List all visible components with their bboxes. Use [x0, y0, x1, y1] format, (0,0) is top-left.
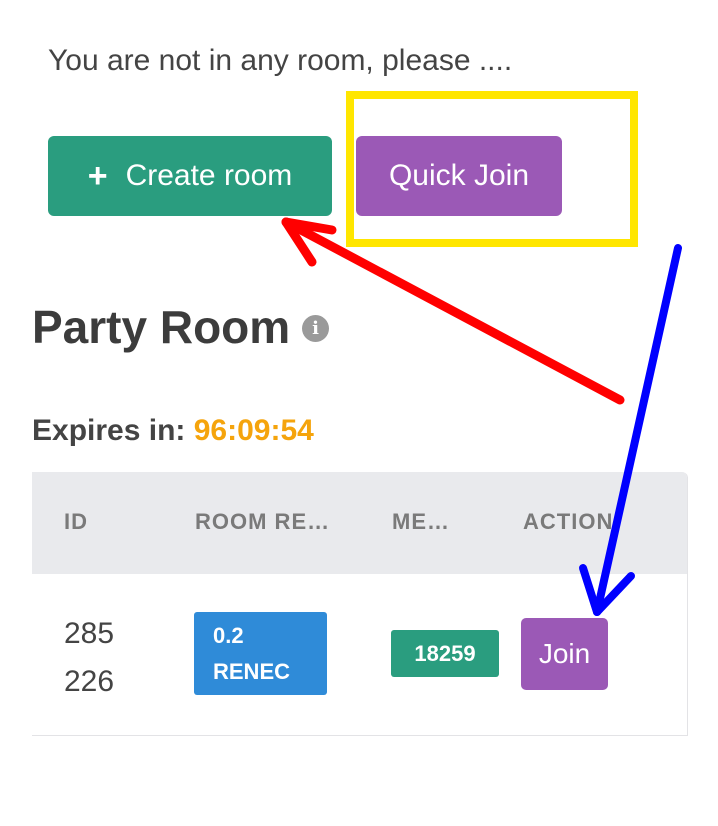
room-reward-badge: 0.2 RENEC	[194, 612, 327, 695]
column-header-action[interactable]: ACTION	[523, 509, 613, 535]
room-id: 285 226	[64, 617, 115, 698]
expires-countdown: 96:09:54	[193, 414, 314, 447]
column-header-room-reward[interactable]: ROOM RE…	[195, 509, 330, 535]
join-button[interactable]: Join	[521, 618, 608, 690]
member-badge: 18259	[391, 630, 499, 677]
room-status-message: You are not in any room, please ....	[48, 44, 513, 77]
column-header-members[interactable]: ME…	[392, 509, 450, 535]
expires-label: Expires in:	[32, 414, 186, 447]
quick-join-button[interactable]: Quick Join	[356, 136, 562, 216]
info-icon[interactable]: i	[302, 315, 329, 342]
quick-join-label: Quick Join	[388, 159, 530, 192]
rooms-table: ID ROOM RE… ME… ACTION 285 226 0.2 RENEC…	[32, 472, 688, 736]
plus-icon: +	[87, 157, 108, 195]
create-room-label: Create room	[125, 159, 293, 192]
annotation-red-arrow	[281, 217, 625, 405]
expires-timer: Expires in: 96:09:54	[32, 414, 314, 448]
create-room-button[interactable]: + Create room	[48, 136, 332, 216]
page-title: Party Room	[32, 301, 291, 353]
table-header: ID ROOM RE… ME… ACTION	[32, 472, 687, 574]
column-header-id[interactable]: ID	[64, 509, 88, 535]
